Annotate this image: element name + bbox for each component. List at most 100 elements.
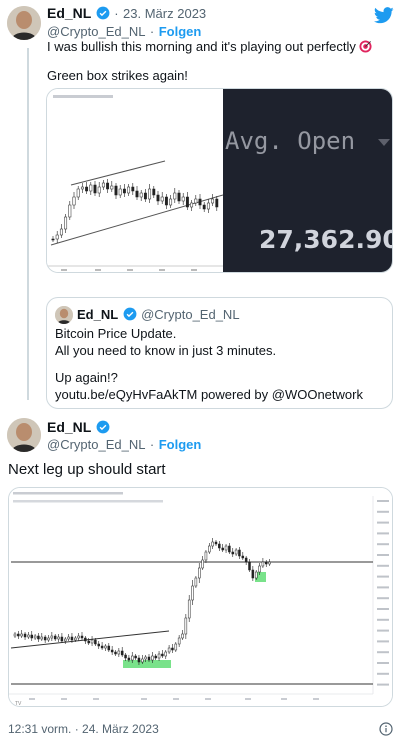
candle-body: [77, 635, 80, 639]
candle-body: [198, 198, 202, 206]
candle-body: [211, 198, 215, 204]
candle-body: [117, 650, 121, 655]
candle-body: [107, 645, 111, 651]
quoted-tweet[interactable]: Ed_NL @Crypto_Ed_NL Bitcoin Price Update…: [46, 297, 393, 409]
candle-body: [30, 634, 33, 639]
candle-body: [187, 599, 191, 619]
dot-separator: ·: [114, 6, 119, 21]
dot-separator: ·: [149, 437, 155, 452]
candle-body: [228, 545, 231, 553]
candle-body: [224, 545, 228, 551]
candle-body: [143, 192, 147, 200]
candle-body: [190, 202, 194, 208]
tweet1-header: Ed_NL · 23. März 2023: [47, 5, 206, 23]
candle-body: [167, 647, 171, 653]
axis-tick-label: [377, 672, 389, 675]
candle-body: [169, 198, 173, 206]
candle-body: [135, 190, 139, 198]
tweet2-header: Ed_NL: [47, 419, 110, 437]
candle-body: [151, 655, 154, 661]
axis-tick-label: [377, 543, 389, 546]
twitter-bird-icon[interactable]: [374, 7, 394, 24]
candle-body: [147, 656, 151, 661]
axis-tick-label: [377, 510, 389, 513]
quote-author-handle: @Crypto_Ed_NL: [141, 307, 240, 322]
candle-body: [198, 567, 201, 579]
candle-body: [55, 234, 59, 240]
candle-body: [17, 633, 20, 637]
axis-tick-label: [377, 597, 389, 600]
candle-body: [177, 637, 181, 645]
quote-line4[interactable]: youtu.be/eQyHvFaAkTM powered by @WOOnetw…: [55, 386, 363, 403]
author-handle[interactable]: @Crypto_Ed_NL: [47, 24, 145, 39]
candle-body: [60, 636, 64, 642]
candle-body: [194, 198, 198, 204]
candle-body: [164, 196, 168, 206]
author-name[interactable]: Ed_NL: [47, 5, 91, 21]
follow-button[interactable]: Folgen: [159, 437, 202, 452]
tweet2-text: Next leg up should start: [8, 461, 166, 478]
candle-body: [181, 633, 184, 639]
author-name[interactable]: Ed_NL: [47, 419, 91, 435]
candle-body: [248, 561, 251, 571]
tweet-date[interactable]: 23. März 2023: [123, 6, 206, 21]
follow-button[interactable]: Folgen: [159, 24, 202, 39]
candle-body: [124, 654, 127, 659]
candle-body: [68, 204, 72, 218]
candle-body: [231, 551, 234, 555]
candle-body: [215, 198, 219, 208]
candle-body: [156, 194, 160, 202]
candle-body: [137, 657, 141, 663]
verified-badge-icon: [96, 420, 110, 434]
svg-text:TV: TV: [15, 701, 22, 707]
candle-body: [221, 547, 224, 551]
tweet2-chart: TV: [9, 488, 392, 707]
info-icon[interactable]: [379, 722, 393, 736]
candle-body: [202, 204, 206, 210]
tweet1-text-line1: I was bullish this morning and it's play…: [47, 38, 373, 57]
tweet2-media-image[interactable]: TV: [8, 487, 393, 707]
candle-body: [47, 637, 50, 641]
candle-body: [148, 188, 152, 200]
candle-body: [144, 656, 147, 660]
tweet1-chart: [47, 89, 223, 272]
candle-body: [161, 653, 164, 657]
candle-body: [141, 658, 144, 663]
tweet1-media-image[interactable]: Avg. Open 27,362.90: [46, 88, 393, 273]
candle-body: [80, 635, 84, 639]
axis-tick-label: [377, 618, 389, 621]
candle-body: [43, 636, 47, 641]
candle-body: [139, 192, 143, 198]
avatar[interactable]: [7, 418, 41, 452]
candle-body: [33, 635, 37, 639]
candle-body: [104, 645, 107, 649]
axis-tick-label: [377, 608, 389, 610]
quote-header: Ed_NL @Crypto_Ed_NL: [77, 306, 240, 324]
tweet-timestamp[interactable]: 12:31 vorm. · 24. März 2023: [8, 722, 159, 736]
candle-body: [261, 561, 265, 567]
candle-body: [206, 202, 210, 210]
tweet2-subheader: @Crypto_Ed_NL · Folgen: [47, 436, 201, 454]
candle-body: [72, 196, 76, 206]
axis-tick-label: [377, 651, 389, 654]
avatar[interactable]: [7, 6, 41, 40]
candle-body: [120, 650, 124, 656]
candle-body: [97, 186, 101, 194]
tweet1-line1: I was bullish this morning and it's play…: [47, 39, 356, 54]
candle-body: [194, 577, 198, 587]
chevron-down-icon: [378, 139, 390, 146]
author-handle[interactable]: @Crypto_Ed_NL: [47, 437, 145, 452]
candle-body: [87, 640, 90, 644]
axis-tick-label: [377, 662, 389, 664]
candle-body: [134, 655, 137, 659]
candle-body: [27, 634, 30, 638]
candle-body: [114, 651, 117, 655]
axis-tick-label: [377, 640, 389, 643]
verified-badge-icon: [96, 6, 110, 20]
candle-body: [57, 636, 60, 640]
candle-body: [90, 639, 94, 644]
candle-body: [89, 184, 93, 192]
target-emoji-icon: [359, 40, 373, 57]
candle-body: [208, 545, 211, 553]
candle-body: [40, 636, 44, 640]
